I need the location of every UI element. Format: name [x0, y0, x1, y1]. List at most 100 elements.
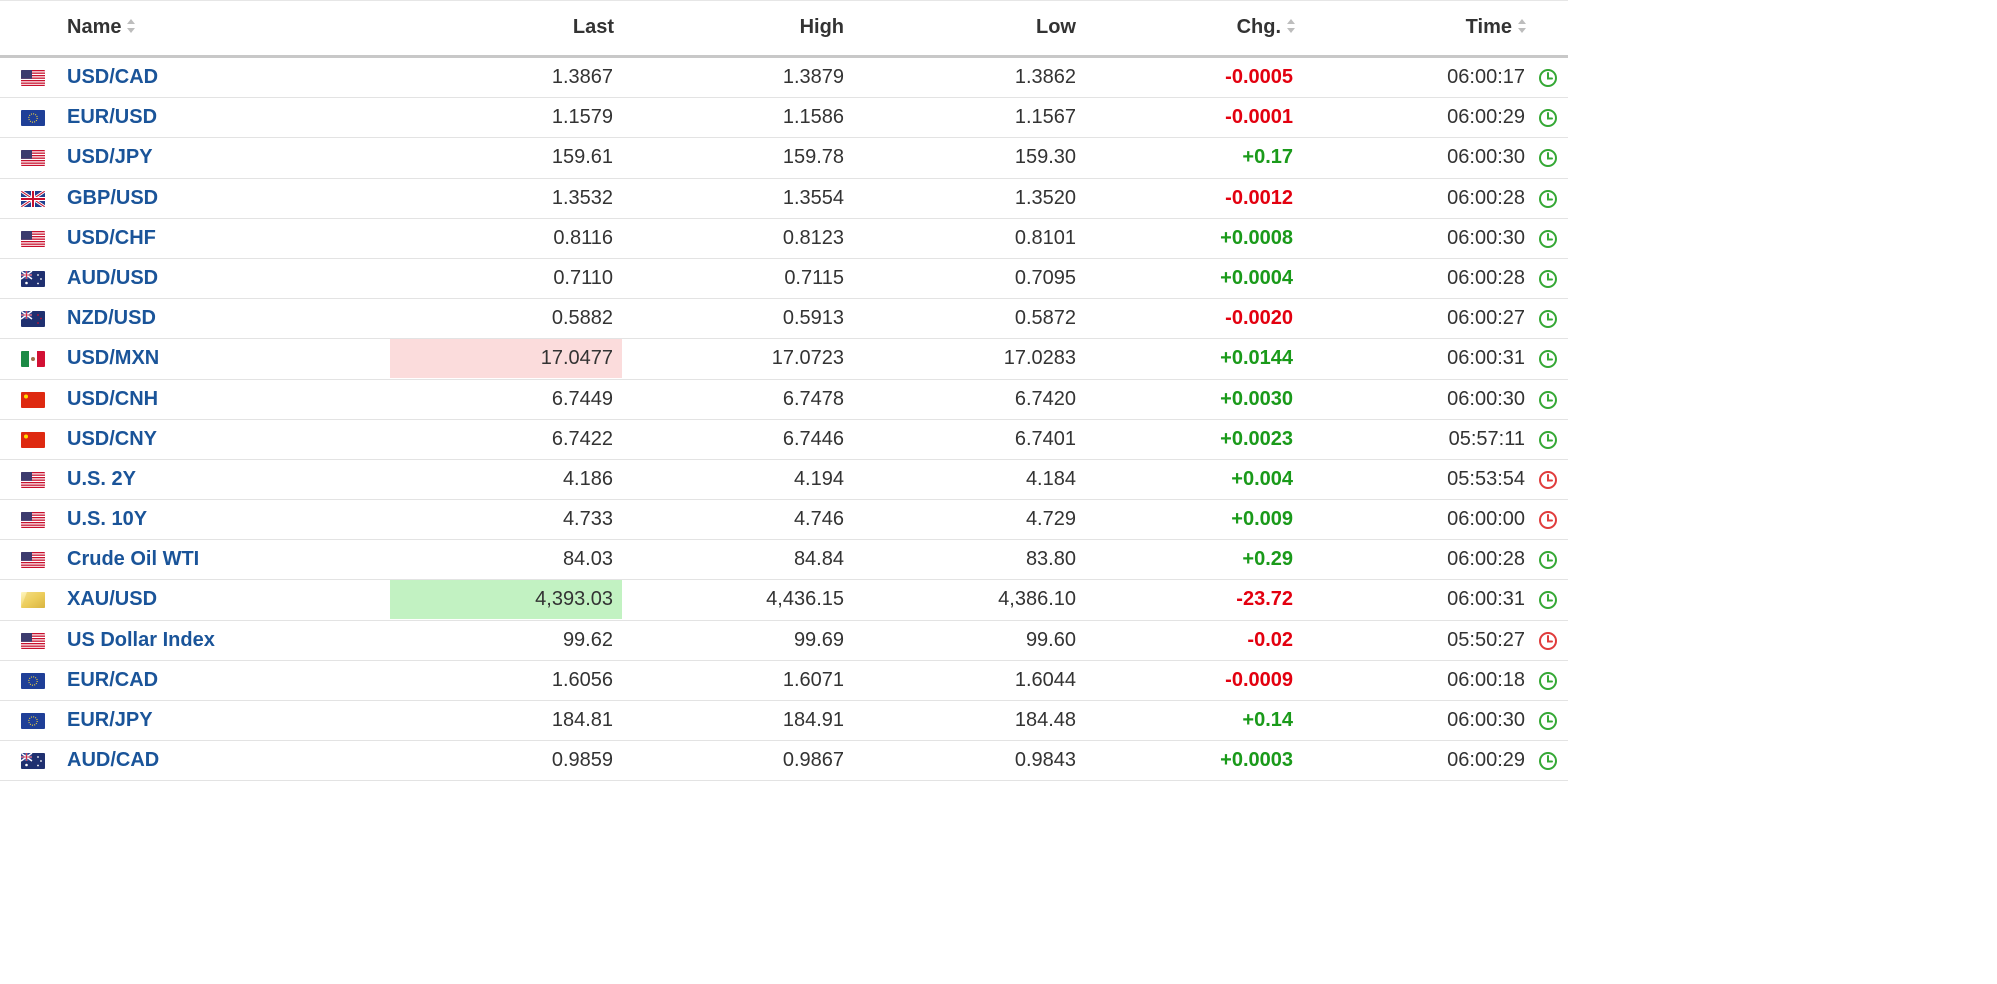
flag-icon-us	[21, 632, 45, 649]
instrument-link[interactable]: USD/CHF	[67, 219, 156, 258]
header-time-label: Time	[1465, 16, 1512, 38]
low-value: 0.9843	[1014, 749, 1076, 772]
change-value: +0.0008	[1220, 226, 1293, 249]
low-value: 83.80	[1025, 548, 1076, 571]
low-value: 4.184	[1025, 467, 1076, 490]
table-row: USD/CNY 6.7422 6.7446 6.7401 +0.0023 05:57:11	[0, 420, 1568, 460]
flag-icon-eu	[21, 672, 45, 689]
header-high: High	[799, 16, 844, 38]
last-value: 4.733	[562, 508, 613, 531]
change-value: -23.72	[1236, 588, 1293, 611]
table-row: U.S. 10Y 4.733 4.746 4.729 +0.009 06:00:00	[0, 500, 1568, 541]
header-chg-label: Chg.	[1236, 16, 1281, 38]
flag-icon-au	[21, 270, 45, 287]
last-value: 0.9859	[551, 749, 613, 772]
instrument-link[interactable]: Crude Oil WTI	[67, 540, 199, 579]
time-value: 06:00:28	[1447, 186, 1525, 209]
low-value: 0.8101	[1014, 226, 1076, 249]
instrument-link[interactable]: USD/CNY	[67, 420, 157, 459]
flag-icon-nz	[21, 311, 45, 328]
instrument-link[interactable]: US Dollar Index	[67, 621, 215, 660]
instrument-link[interactable]: U.S. 10Y	[67, 500, 147, 539]
header-chg[interactable]: Chg.	[1085, 1, 1295, 55]
clock-icon	[1538, 510, 1558, 530]
instrument-link[interactable]: U.S. 2Y	[67, 460, 136, 499]
last-value: 1.3867	[551, 66, 613, 88]
table-row: EUR/CAD 1.6056 1.6071 1.6044 -0.0009 06:00:18	[0, 661, 1568, 701]
time-value: 06:00:31	[1447, 347, 1525, 370]
instrument-link[interactable]: USD/MXN	[67, 339, 159, 378]
high-value: 6.7446	[782, 427, 844, 450]
instrument-link[interactable]: NZD/USD	[67, 299, 156, 338]
header-time[interactable]: Time	[1302, 1, 1526, 55]
last-value: 6.7449	[551, 387, 613, 410]
clock-icon	[1538, 470, 1558, 490]
table-row: USD/CNH 6.7449 6.7478 6.7420 +0.0030 06:00:30	[0, 380, 1568, 420]
table-row: USD/CHF 0.8116 0.8123 0.8101 +0.0008 06:00:30	[0, 219, 1568, 259]
high-value: 0.7115	[784, 266, 844, 289]
high-value: 1.3879	[782, 66, 844, 88]
table-row: EUR/JPY 184.81 184.91 184.48 +0.14 06:00:30	[0, 701, 1568, 742]
instrument-link[interactable]: USD/CAD	[67, 58, 158, 97]
time-value: 06:00:30	[1447, 226, 1525, 249]
flag-icon-au	[21, 753, 45, 770]
sort-icon[interactable]	[1287, 18, 1295, 33]
header-name[interactable]: Name	[67, 1, 136, 55]
flag-icon-us	[21, 471, 45, 488]
table-row: GBP/USD 1.3532 1.3554 1.3520 -0.0012 06:00:28	[0, 179, 1568, 219]
low-value: 1.1567	[1014, 106, 1076, 129]
last-value: 184.81	[551, 709, 613, 731]
last-value: 4.186	[562, 467, 613, 490]
last-value: 6.7422	[551, 427, 613, 450]
time-value: 06:00:29	[1447, 749, 1525, 772]
flag-icon-us	[21, 552, 45, 569]
change-value: -0.0001	[1225, 106, 1293, 129]
sort-icon[interactable]	[127, 18, 136, 33]
instrument-link[interactable]: USD/JPY	[67, 138, 153, 177]
last-value: 1.3532	[551, 186, 613, 209]
instrument-link[interactable]: GBP/USD	[67, 179, 158, 218]
table-row: AUD/CAD 0.9859 0.9867 0.9843 +0.0003 06:00:29	[0, 741, 1568, 782]
high-value: 4.746	[793, 508, 844, 531]
high-value: 0.8123	[782, 226, 844, 249]
time-value: 06:00:28	[1447, 266, 1525, 289]
header-last: Last	[572, 16, 614, 38]
high-value: 4.194	[793, 467, 844, 490]
quotes-table: Name Last High Low Chg. Time USD/CAD 1.38…	[0, 0, 1568, 782]
change-value: +0.0030	[1220, 387, 1293, 410]
low-value: 1.3862	[1014, 66, 1076, 88]
time-value: 06:00:30	[1447, 146, 1525, 169]
instrument-link[interactable]: AUD/CAD	[67, 741, 159, 780]
last-value: 1.6056	[551, 668, 613, 691]
sort-icon[interactable]	[1518, 18, 1526, 33]
instrument-link[interactable]: EUR/USD	[67, 98, 157, 137]
change-value: +0.14	[1242, 709, 1293, 731]
time-value: 06:00:31	[1447, 588, 1525, 611]
time-value: 06:00:30	[1447, 387, 1525, 410]
clock-icon	[1538, 269, 1558, 289]
high-value: 159.78	[782, 146, 844, 169]
low-value: 4.729	[1025, 508, 1076, 531]
table-row: USD/CAD 1.3867 1.3879 1.3862 -0.0005 06:00:17	[0, 58, 1568, 99]
instrument-link[interactable]: XAU/USD	[67, 580, 157, 619]
high-value: 0.5913	[782, 307, 844, 330]
high-value: 17.0723	[771, 347, 844, 370]
change-value: +0.004	[1231, 467, 1293, 490]
change-value: -0.0020	[1225, 307, 1293, 330]
instrument-link[interactable]: AUD/USD	[67, 259, 158, 298]
flag-icon-eu	[21, 110, 45, 127]
table-row: AUD/USD 0.7110 0.7115 0.7095 +0.0004 06:00:28	[0, 259, 1568, 300]
flag-icon-mx	[21, 351, 45, 368]
high-value: 184.91	[782, 709, 844, 731]
clock-icon	[1538, 631, 1558, 651]
clock-icon	[1538, 430, 1558, 450]
flag-icon-cn	[21, 431, 45, 448]
low-value: 159.30	[1014, 146, 1076, 169]
table-row: U.S. 2Y 4.186 4.194 4.184 +0.004 05:53:54	[0, 460, 1568, 501]
change-value: +0.29	[1242, 548, 1293, 571]
instrument-link[interactable]: EUR/CAD	[67, 661, 158, 700]
clock-icon	[1538, 189, 1558, 209]
instrument-link[interactable]: USD/CNH	[67, 380, 158, 419]
table-row: EUR/USD 1.1579 1.1586 1.1567 -0.0001 06:00:29	[0, 98, 1568, 139]
instrument-link[interactable]: EUR/JPY	[67, 701, 153, 740]
